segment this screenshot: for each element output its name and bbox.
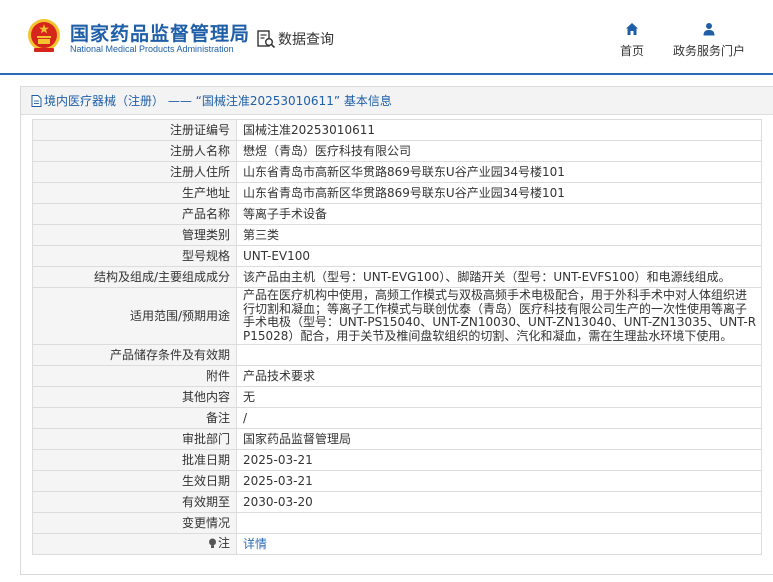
row-label: 变更情况 <box>32 512 237 534</box>
row-label: 有效期至 <box>32 491 237 513</box>
table-row: 注 详情 <box>32 533 762 555</box>
table-row: 型号规格 UNT-EV100 <box>32 245 762 267</box>
row-label: 注册证编号 <box>32 119 237 141</box>
row-value: 懋煜（青岛）医疗科技有限公司 <box>236 140 762 162</box>
note-label: 注 <box>208 536 230 550</box>
details-link[interactable]: 详情 <box>243 537 267 551</box>
note-label-text: 注 <box>217 536 230 551</box>
table-row: 生产地址 山东省青岛市高新区华贯路869号联东U谷产业园34号楼101 <box>32 182 762 204</box>
home-icon <box>626 23 638 35</box>
row-value: 国家药品监督管理局 <box>236 428 762 450</box>
table-row: 备注 / <box>32 407 762 429</box>
table-row: 变更情况 <box>32 512 762 534</box>
row-value: 国械注准20253010611 <box>236 119 762 141</box>
row-label: 型号规格 <box>32 245 237 267</box>
brand-title-cn: 国家药品监督管理局 <box>70 23 251 45</box>
row-value: 产品技术要求 <box>236 365 762 387</box>
row-value: 山东省青岛市高新区华贯路869号联东U谷产业园34号楼101 <box>236 182 762 204</box>
table-row: 产品名称 等离子手术设备 <box>32 203 762 225</box>
row-label: 管理类别 <box>32 224 237 246</box>
row-label: 其他内容 <box>32 386 237 408</box>
table-row: 注册人住所 山东省青岛市高新区华贯路869号联东U谷产业园34号楼101 <box>32 161 762 183</box>
row-value: UNT-EV100 <box>236 245 762 267</box>
row-value: 该产品由主机（型号：UNT-EVG100）、脚踏开关（型号：UNT-EVFS10… <box>236 266 762 288</box>
nav-service-portal-label: 政务服务门户 <box>672 44 745 58</box>
document-icon <box>31 94 42 107</box>
row-value: 等离子手术设备 <box>236 203 762 225</box>
table-row: 管理类别 第三类 <box>32 224 762 246</box>
row-label: 产品名称 <box>32 203 237 225</box>
table-row: 产品储存条件及有效期 <box>32 344 762 366</box>
table-row: 生效日期 2025-03-21 <box>32 470 762 492</box>
row-label: 结构及组成/主要组成成分 <box>32 266 237 288</box>
site-header: 国家药品监督管理局 National Medical Products Admi… <box>0 0 773 75</box>
table-row: 适用范围/预期用途 产品在医疗机构中使用，高频工作模式与双极高频手术电极配合，用… <box>32 287 762 345</box>
row-label: 产品储存条件及有效期 <box>32 344 237 366</box>
header-divider <box>0 73 773 75</box>
row-label: 备注 <box>32 407 237 429</box>
row-value: 产品在医疗机构中使用，高频工作模式与双极高频手术电极配合，用于外科手术中对人体组… <box>236 287 762 345</box>
row-value: 2025-03-21 <box>236 470 762 492</box>
table-row: 注册证编号 国械注准20253010611 <box>32 119 762 141</box>
nav-home-label: 首页 <box>619 44 644 58</box>
detail-table: 注册证编号 国械注准20253010611 注册人名称 懋煜（青岛）医疗科技有限… <box>32 119 762 555</box>
row-label: 适用范围/预期用途 <box>32 287 237 345</box>
row-label: 批准日期 <box>32 449 237 471</box>
row-value: 山东省青岛市高新区华贯路869号联东U谷产业园34号楼101 <box>236 161 762 183</box>
table-row: 注册人名称 懋煜（青岛）医疗科技有限公司 <box>32 140 762 162</box>
row-value: 2030-03-20 <box>236 491 762 513</box>
table-row: 有效期至 2030-03-20 <box>32 491 762 513</box>
row-label: 生效日期 <box>32 470 237 492</box>
nav-service-portal[interactable]: 政务服务门户 <box>670 22 748 59</box>
row-label: 注册人名称 <box>32 140 237 162</box>
row-value <box>236 344 762 366</box>
row-value: 无 <box>236 386 762 408</box>
row-label: 附件 <box>32 365 237 387</box>
user-icon <box>703 23 715 36</box>
data-query-link[interactable]: 数据查询 <box>256 28 334 50</box>
data-query-label: 数据查询 <box>278 32 334 48</box>
panel-title: 境内医疗器械（注册） —— “国械注准20253010611” 基本信息 <box>44 94 392 108</box>
lightbulb-icon <box>208 538 216 548</box>
nav-home[interactable]: 首页 <box>617 22 647 59</box>
row-value <box>236 512 762 534</box>
row-value: 第三类 <box>236 224 762 246</box>
brand-title-en: National Medical Products Administration <box>70 44 234 54</box>
row-value: 详情 <box>236 533 762 555</box>
table-row: 批准日期 2025-03-21 <box>32 449 762 471</box>
detail-table-wrap: 注册证编号 国械注准20253010611 注册人名称 懋煜（青岛）医疗科技有限… <box>32 119 762 555</box>
row-value: 2025-03-21 <box>236 449 762 471</box>
row-label-note: 注 <box>32 533 237 555</box>
table-row: 审批部门 国家药品监督管理局 <box>32 428 762 450</box>
panel-title-bar: 境内医疗器械（注册） —— “国械注准20253010611” 基本信息 <box>21 87 773 115</box>
national-emblem-icon <box>28 19 60 52</box>
row-label: 审批部门 <box>32 428 237 450</box>
table-row: 结构及组成/主要组成成分 该产品由主机（型号：UNT-EVG100）、脚踏开关（… <box>32 266 762 288</box>
detail-panel: 境内医疗器械（注册） —— “国械注准20253010611” 基本信息 注册证… <box>20 86 773 575</box>
table-row: 附件 产品技术要求 <box>32 365 762 387</box>
row-label: 注册人住所 <box>32 161 237 183</box>
row-value: / <box>236 407 762 429</box>
row-label: 生产地址 <box>32 182 237 204</box>
table-row: 其他内容 无 <box>32 386 762 408</box>
document-search-icon <box>257 30 276 49</box>
